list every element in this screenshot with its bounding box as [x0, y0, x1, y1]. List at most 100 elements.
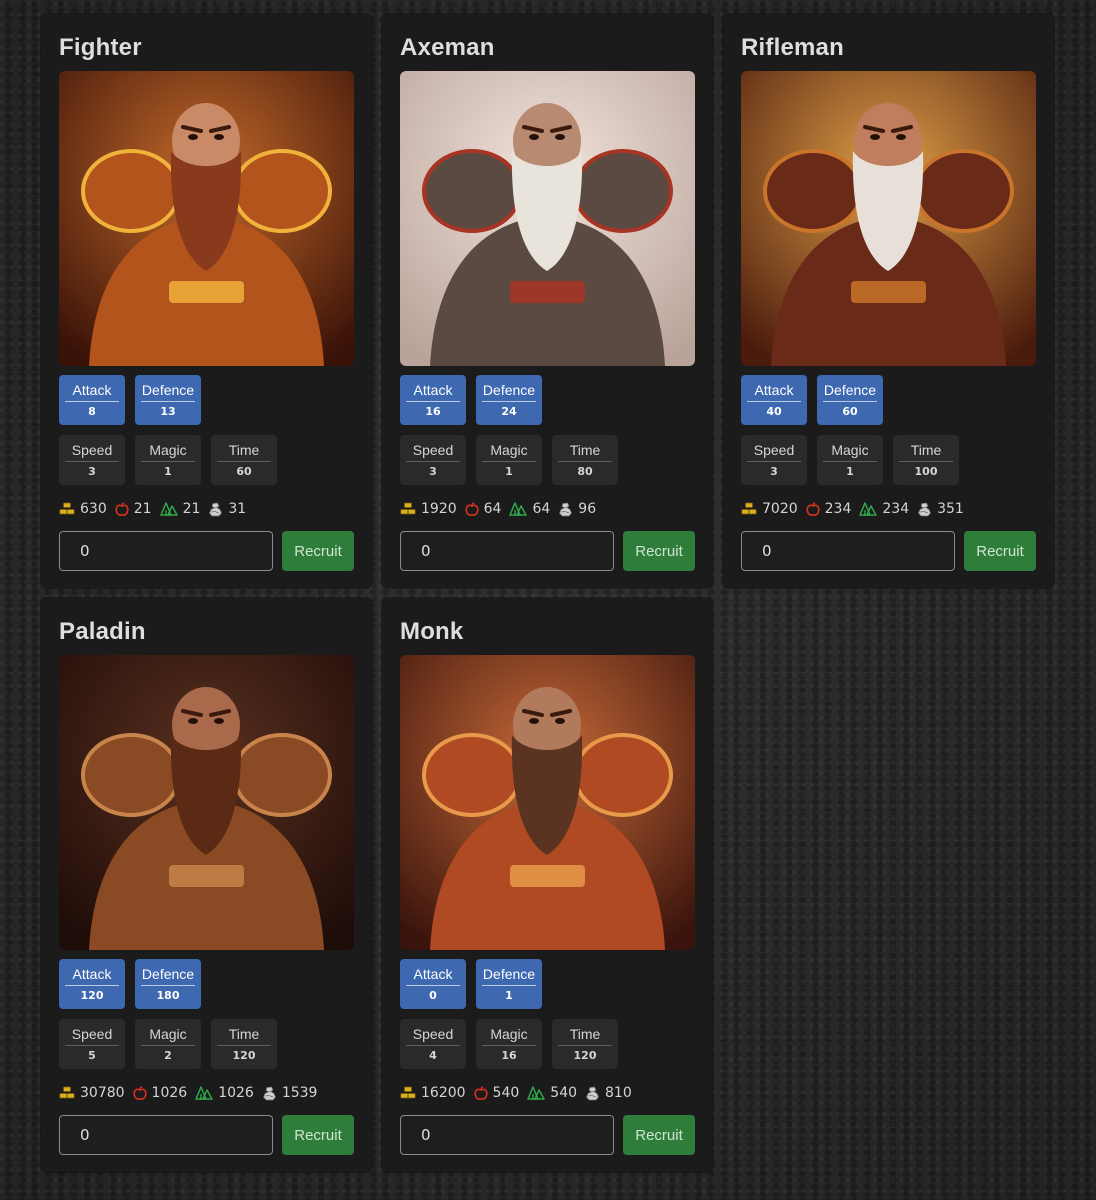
- trees-icon: [859, 501, 878, 517]
- magic-value: 1: [164, 465, 172, 478]
- defence-label: Defence: [482, 382, 536, 398]
- magic-stat: Magic 2: [135, 1019, 201, 1069]
- attack-stat: Attack 8: [59, 375, 125, 425]
- unit-portrait: [400, 71, 695, 366]
- time-stat: Time 120: [552, 1019, 618, 1069]
- time-stat: Time 60: [211, 435, 277, 485]
- trees-icon: [159, 501, 178, 517]
- apple-icon: [465, 501, 479, 517]
- time-value: 100: [914, 465, 938, 478]
- gold-bars-icon: [59, 502, 75, 516]
- time-stat: Time 100: [893, 435, 959, 485]
- cost-row: 630 21 21 31: [59, 500, 250, 518]
- magic-value: 1: [505, 465, 513, 478]
- recruit-button[interactable]: Recruit: [623, 531, 695, 571]
- unit-card-fighter: Fighter Attack 8 Defence 13 Speed 3 Magi…: [41, 14, 372, 588]
- quantity-input[interactable]: [400, 1115, 614, 1155]
- time-label: Time: [228, 442, 260, 458]
- stone-cost: 1539: [262, 1085, 318, 1101]
- gold-cost-value: 30780: [80, 1085, 125, 1101]
- magic-label: Magic: [490, 442, 528, 458]
- wood-cost: 1026: [195, 1085, 254, 1101]
- stone-cost-value: 96: [578, 501, 597, 517]
- recruit-button[interactable]: Recruit: [623, 1115, 695, 1155]
- defence-label: Defence: [823, 382, 877, 398]
- food-cost: 540: [473, 1085, 520, 1101]
- wood-cost-value: 21: [182, 501, 201, 517]
- apple-icon: [473, 1085, 488, 1101]
- magic-value: 16: [501, 1049, 517, 1062]
- unit-name: Monk: [400, 618, 464, 645]
- magic-label: Magic: [149, 442, 187, 458]
- apple-icon: [806, 501, 820, 517]
- unit-portrait: [59, 655, 354, 950]
- defence-value: 13: [160, 405, 176, 418]
- food-cost-value: 1026: [151, 1085, 188, 1101]
- gold-cost: 630: [59, 501, 107, 517]
- quantity-input[interactable]: [400, 531, 614, 571]
- time-value: 60: [236, 465, 252, 478]
- axeman-portrait: [400, 71, 695, 366]
- wood-cost-value: 1026: [218, 1085, 254, 1101]
- speed-stat: Speed 3: [741, 435, 807, 485]
- recruit-button[interactable]: Recruit: [282, 1115, 354, 1155]
- stone-icon: [558, 502, 573, 517]
- stone-cost: 31: [208, 501, 246, 517]
- defence-label: Defence: [141, 966, 195, 982]
- stone-cost-value: 1539: [281, 1085, 318, 1101]
- gold-bars-icon: [59, 1086, 75, 1100]
- wood-cost-value: 540: [550, 1085, 578, 1101]
- speed-stat: Speed 3: [400, 435, 466, 485]
- defence-stat: Defence 1: [476, 959, 542, 1009]
- food-cost-value: 21: [133, 501, 152, 517]
- attack-value: 40: [766, 405, 782, 418]
- attack-value: 16: [425, 405, 441, 418]
- quantity-input[interactable]: [741, 531, 955, 571]
- speed-label: Speed: [71, 1026, 113, 1042]
- defence-label: Defence: [141, 382, 195, 398]
- unit-card-axeman: Axeman Attack 16 Defence 24 Speed 3 Magi…: [382, 14, 713, 588]
- apple-icon: [132, 1085, 147, 1101]
- cost-row: 1920 64 64 96: [400, 500, 600, 518]
- fighter-portrait: [59, 71, 354, 366]
- food-cost: 1026: [132, 1085, 188, 1101]
- recruit-button[interactable]: Recruit: [964, 531, 1036, 571]
- cost-row: 16200 540 540 810: [400, 1084, 636, 1102]
- time-value: 120: [232, 1049, 256, 1062]
- wood-cost: 21: [159, 501, 201, 517]
- magic-stat: Magic 1: [135, 435, 201, 485]
- speed-value: 4: [429, 1049, 437, 1062]
- trees-icon: [195, 1085, 213, 1101]
- magic-label: Magic: [490, 1026, 528, 1042]
- gold-cost-value: 16200: [421, 1085, 466, 1101]
- quantity-input[interactable]: [59, 1115, 273, 1155]
- recruit-button[interactable]: Recruit: [282, 531, 354, 571]
- trees-icon: [527, 1085, 546, 1101]
- defence-stat: Defence 60: [817, 375, 883, 425]
- defence-stat: Defence 24: [476, 375, 542, 425]
- unit-card-monk: Monk Attack 0 Defence 1 Speed 4 Magic 16…: [382, 598, 713, 1172]
- defence-value: 24: [501, 405, 517, 418]
- gold-bars-icon: [400, 502, 416, 516]
- stone-cost: 810: [585, 1085, 632, 1101]
- attack-stat: Attack 0: [400, 959, 466, 1009]
- unit-portrait: [59, 71, 354, 366]
- food-cost-value: 540: [492, 1085, 520, 1101]
- food-cost: 21: [115, 501, 152, 517]
- apple-icon: [115, 501, 129, 517]
- stone-cost-value: 810: [605, 1085, 632, 1101]
- magic-value: 1: [846, 465, 854, 478]
- speed-stat: Speed 4: [400, 1019, 466, 1069]
- gold-bars-icon: [400, 1086, 416, 1100]
- defence-value: 1: [505, 989, 513, 1002]
- quantity-input[interactable]: [59, 531, 273, 571]
- defence-label: Defence: [482, 966, 536, 982]
- gold-cost: 7020: [741, 501, 798, 517]
- stone-cost: 96: [558, 501, 596, 517]
- unit-portrait: [400, 655, 695, 950]
- gold-cost-value: 7020: [762, 501, 798, 517]
- stone-icon: [262, 1086, 277, 1101]
- stone-cost-value: 31: [228, 501, 247, 517]
- speed-stat: Speed 5: [59, 1019, 125, 1069]
- defence-value: 180: [156, 989, 180, 1002]
